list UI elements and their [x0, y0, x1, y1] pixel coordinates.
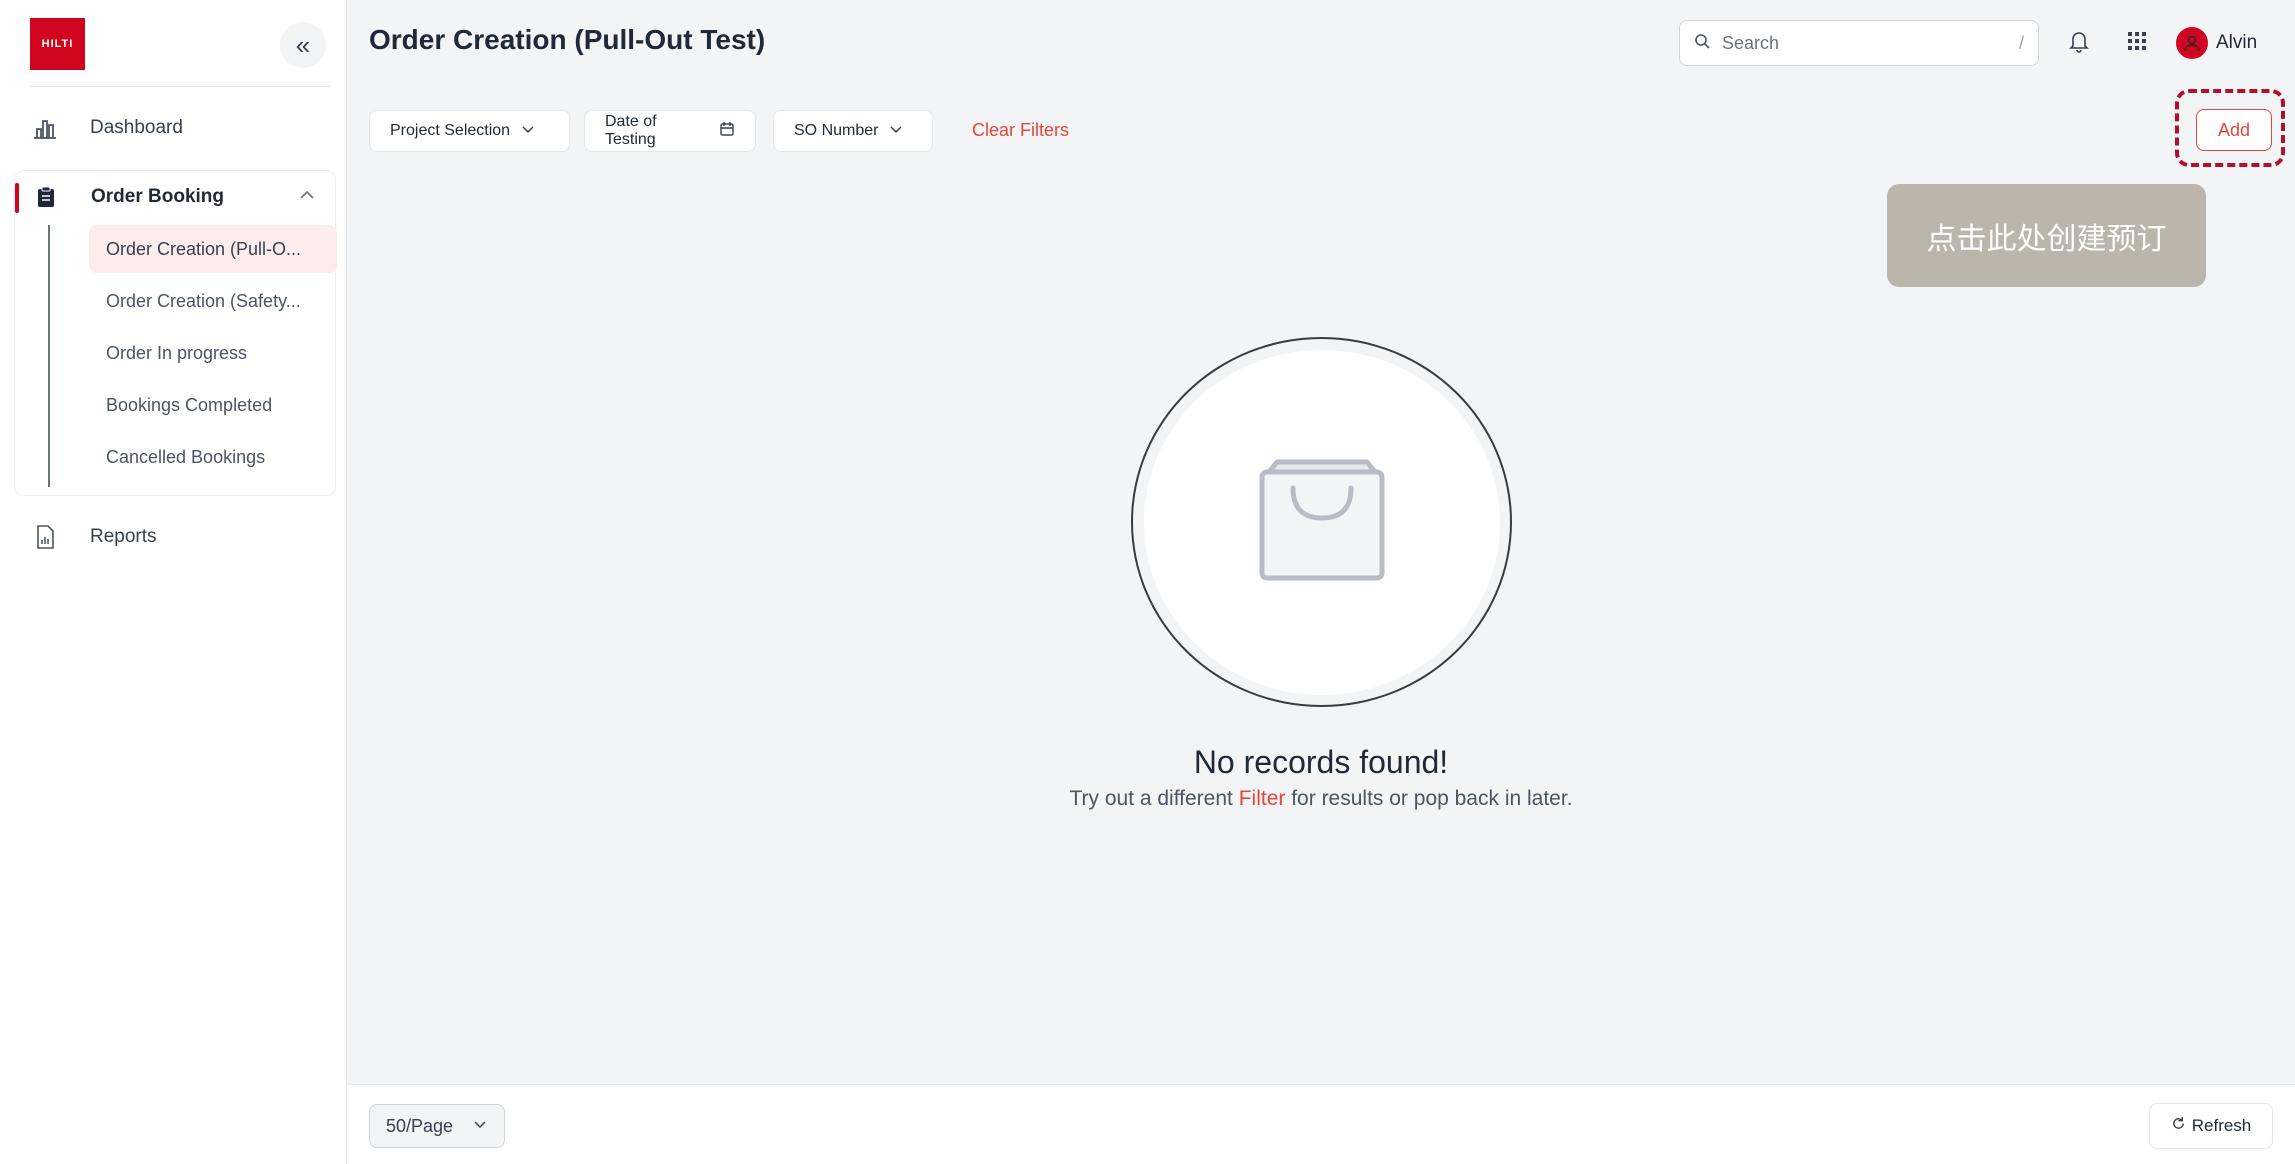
sidebar-subitem-label: Bookings Completed	[106, 394, 273, 415]
filter-label: SO Number	[794, 122, 879, 139]
sidebar-divider	[30, 86, 331, 87]
add-button-label: Add	[2217, 119, 2251, 140]
active-indicator	[15, 183, 19, 213]
order-booking-group: Order Booking Order Creation (Pull-O... …	[14, 170, 337, 496]
user-icon	[2184, 35, 2200, 52]
bar-chart-icon	[14, 116, 76, 140]
sidebar-item-label: Reports	[90, 526, 157, 547]
submenu-tree-line	[48, 225, 50, 487]
sidebar-subitem-label: Order Creation (Safety...	[106, 290, 301, 311]
guide-tooltip: 点击此处创建预订	[1887, 184, 2206, 287]
project-selection-filter[interactable]: Project Selection	[369, 110, 570, 152]
bell-icon	[2068, 29, 2090, 58]
sidebar-item-label: Order Booking	[91, 186, 225, 207]
refresh-icon	[2171, 1116, 2186, 1136]
chevron-down-icon	[888, 121, 904, 142]
search-input[interactable]	[1722, 32, 2019, 54]
sidebar-item-order-booking[interactable]: Order Booking	[15, 171, 335, 223]
report-icon	[14, 525, 76, 549]
page-size-value: 50/Page	[386, 1115, 454, 1136]
empty-state-illustration	[1131, 337, 1512, 707]
chevron-down-icon	[520, 121, 536, 142]
sidebar-subitem-order-in-progress[interactable]: Order In progress	[89, 329, 337, 377]
refresh-button[interactable]: Refresh	[2149, 1103, 2273, 1149]
date-of-testing-filter[interactable]: Date of Testing	[584, 110, 756, 152]
sidebar: HILTI « Dashboard Order Booking Order Cr…	[0, 0, 347, 1164]
sidebar-subitem-cancelled-bookings[interactable]: Cancelled Bookings	[89, 433, 337, 481]
empty-state-inner-circle	[1143, 349, 1500, 695]
avatar	[2176, 27, 2208, 59]
shopping-bag-icon	[1257, 458, 1387, 587]
apps-button[interactable]	[2122, 28, 2152, 58]
sidebar-item-reports[interactable]: Reports	[14, 509, 336, 565]
sidebar-subitem-label: Order In progress	[106, 342, 248, 363]
guide-tooltip-text: 点击此处创建预订	[1926, 221, 2167, 257]
collapse-sidebar-button[interactable]: «	[280, 22, 326, 68]
sidebar-subitem-label: Order Creation (Pull-O...	[106, 238, 302, 259]
sidebar-item-dashboard[interactable]: Dashboard	[14, 100, 336, 156]
notifications-button[interactable]	[2064, 28, 2094, 58]
calendar-icon	[719, 121, 735, 142]
clipboard-icon	[15, 186, 77, 208]
sidebar-subitem-label: Cancelled Bookings	[106, 446, 266, 467]
sidebar-item-label: Dashboard	[90, 117, 183, 138]
so-number-filter[interactable]: SO Number	[773, 110, 933, 152]
add-button[interactable]: Add	[2196, 109, 2272, 151]
sidebar-subitem-bookings-completed[interactable]: Bookings Completed	[89, 381, 337, 429]
empty-state-title: No records found!	[1193, 744, 1449, 780]
search-shortcut-hint: /	[2018, 32, 2024, 53]
filter-link[interactable]: Filter	[1239, 787, 1286, 810]
sidebar-subitem-order-creation-pull-out[interactable]: Order Creation (Pull-O...	[89, 225, 337, 273]
brand-logo-text: HILTI	[41, 38, 74, 50]
sidebar-subitem-order-creation-safety[interactable]: Order Creation (Safety...	[89, 277, 337, 325]
clear-filters-link[interactable]: Clear Filters	[972, 120, 1069, 141]
empty-state-text: for results or pop back in later.	[1285, 787, 1573, 810]
chevron-up-icon	[297, 185, 317, 210]
grid-icon	[2127, 31, 2147, 56]
brand-logo[interactable]: HILTI	[30, 18, 85, 70]
filter-label: Project Selection	[390, 122, 511, 139]
user-name: Alvin	[2216, 32, 2258, 53]
empty-state-text: Try out a different	[1069, 787, 1239, 810]
page-size-select[interactable]: 50/Page	[369, 1104, 505, 1148]
search-box[interactable]: /	[1679, 20, 2039, 66]
search-icon	[1694, 33, 1710, 54]
chevron-down-icon	[472, 1116, 488, 1137]
empty-state-subtitle: Try out a different Filter for results o…	[0, 787, 2295, 811]
page-title: Order Creation (Pull-Out Test)	[369, 24, 766, 55]
filter-label: Date of Testing	[605, 113, 657, 148]
footer-bar	[347, 1084, 2295, 1164]
user-menu[interactable]: Alvin	[2176, 27, 2257, 59]
double-chevron-left-icon: «	[295, 29, 311, 60]
refresh-label: Refresh	[2191, 1116, 2252, 1135]
